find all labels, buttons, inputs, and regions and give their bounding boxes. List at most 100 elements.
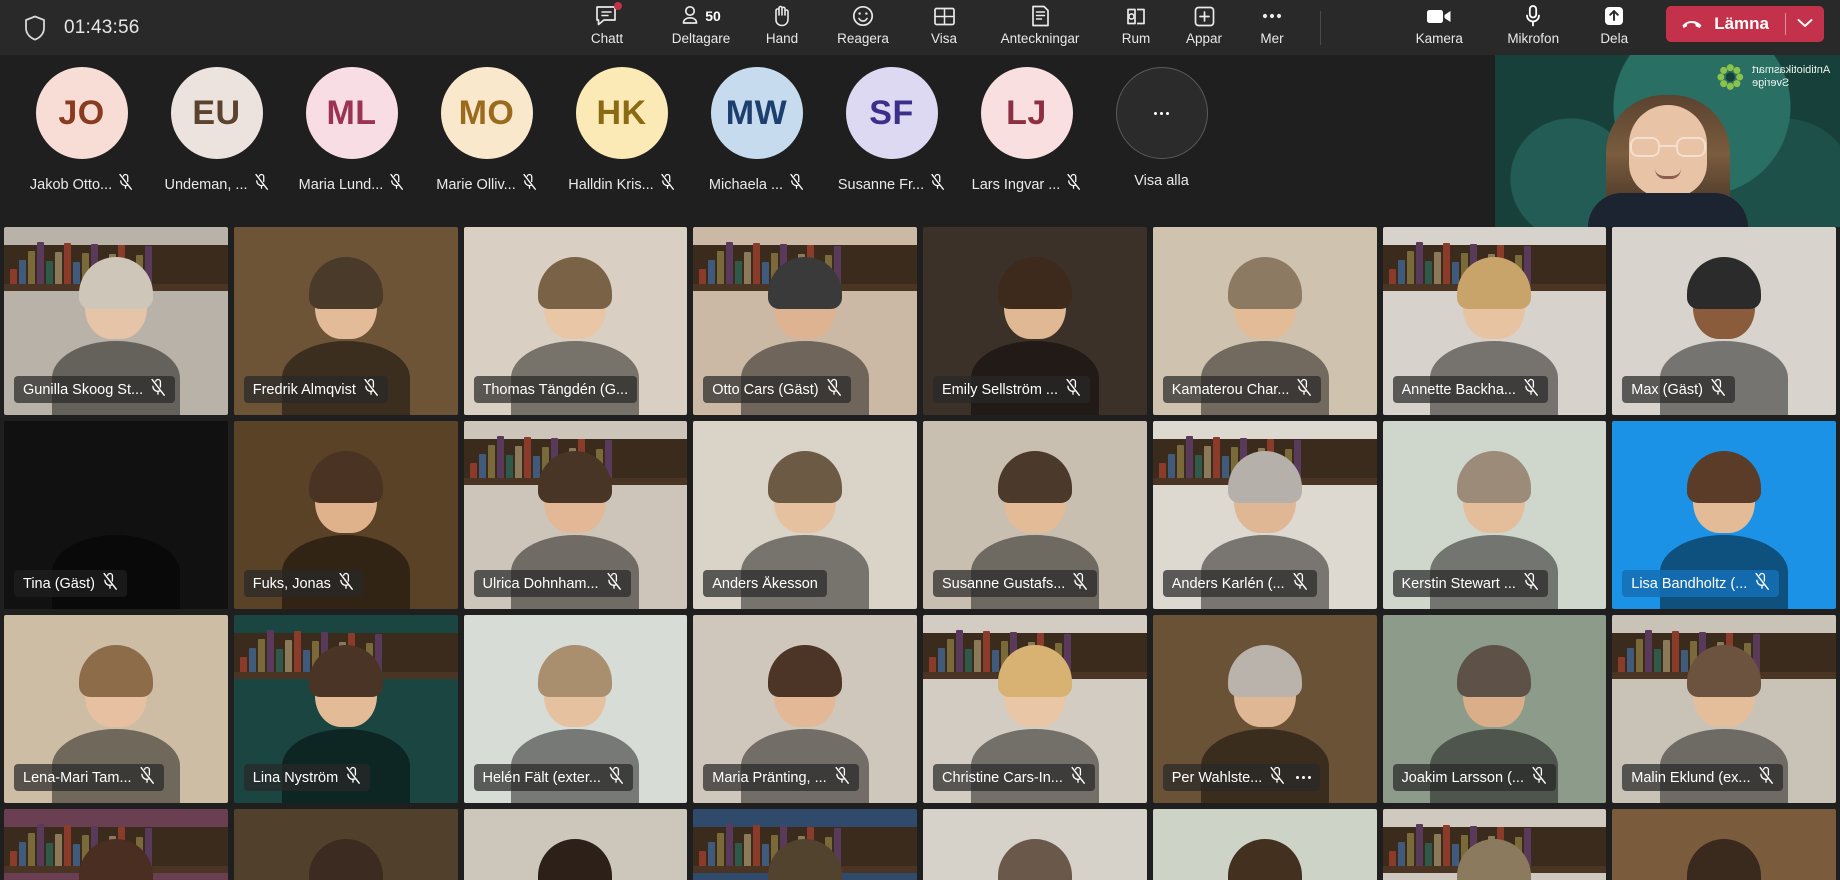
video-tile[interactable]: Fredrik Boström bbox=[923, 809, 1147, 880]
video-tile[interactable]: Anders Karlén (... bbox=[1152, 421, 1377, 609]
leave-options-chevron[interactable] bbox=[1786, 6, 1824, 42]
show-all-label: Visa alla bbox=[1134, 173, 1189, 189]
toolbar-view-button[interactable]: Visa bbox=[910, 0, 978, 55]
mic-muted-icon bbox=[660, 173, 675, 196]
view-grid-icon bbox=[933, 3, 956, 29]
participant-avatar-8[interactable]: LJ Lars Ingvar ... bbox=[959, 67, 1094, 196]
video-stream bbox=[693, 809, 917, 880]
video-tile[interactable]: Kamaterou Char... bbox=[1152, 227, 1377, 415]
participant-name: Per Wahlste... bbox=[1171, 769, 1263, 786]
video-tile[interactable]: Otto Cars (Gäst) bbox=[693, 227, 917, 415]
leave-main-area[interactable]: Lämna bbox=[1666, 6, 1785, 42]
video-tile[interactable]: Tina (Gäst) bbox=[4, 421, 228, 609]
video-tile[interactable]: Lisa Bandholtz (... bbox=[1612, 421, 1836, 609]
mic-muted-icon bbox=[118, 173, 133, 196]
participant-name: Lisa Bandholtz (... bbox=[1631, 575, 1748, 592]
toolbar-more-button[interactable]: Mer bbox=[1238, 0, 1306, 55]
participant-name-chip: Anders Karlén (... bbox=[1162, 570, 1317, 597]
toolbar-rooms-button[interactable]: Rum bbox=[1102, 0, 1170, 55]
participant-name-chip: Anders Åkesson bbox=[703, 570, 827, 597]
toolbar-microphone-label: Mikrofon bbox=[1507, 31, 1560, 46]
participant-avatar-3[interactable]: ML Maria Lund... bbox=[284, 67, 419, 196]
person-hair bbox=[308, 257, 383, 309]
toolbar-participants-button[interactable]: 50 Deltagare bbox=[654, 0, 748, 55]
toolbar-chat-label: Chatt bbox=[590, 31, 624, 46]
video-tile[interactable]: Per Wahlste... bbox=[1152, 615, 1377, 803]
video-tile[interactable]: Fuks, Jonas bbox=[233, 421, 458, 609]
video-tile[interactable]: Anders Åkesson bbox=[693, 421, 917, 609]
show-all-participants-button[interactable]: Visa alla bbox=[1094, 67, 1229, 189]
video-tile[interactable]: Lina Nyström bbox=[233, 615, 458, 803]
avatar-initials: SF bbox=[869, 93, 914, 132]
avatar-label-row: Maria Lund... bbox=[299, 173, 405, 196]
participant-name-chip: Tina (Gäst) bbox=[14, 570, 127, 597]
mic-muted-icon bbox=[1754, 572, 1770, 596]
brand-line-1: Antibiotikasmart bbox=[1751, 64, 1830, 76]
person-hair bbox=[78, 451, 153, 503]
participant-avatar-4[interactable]: MO Marie Olliv... bbox=[419, 67, 554, 196]
toolbar-share-label: Dela bbox=[1600, 31, 1629, 46]
avatar-initials: HK bbox=[596, 93, 647, 132]
video-tile[interactable]: Haggar, Axana bbox=[463, 809, 688, 880]
video-tile[interactable]: Lena-Mari Tam... bbox=[4, 615, 228, 803]
video-tile[interactable]: Eva Garmendia (... bbox=[1152, 809, 1377, 880]
participant-avatar-6[interactable]: MW Michaela ... bbox=[689, 67, 824, 196]
video-tile[interactable]: Malin Eklund (ex... bbox=[1612, 615, 1836, 803]
toolbar-chat-button[interactable]: Chatt bbox=[560, 0, 654, 55]
avatar: EU bbox=[170, 67, 263, 159]
avatar-initials: EU bbox=[192, 93, 241, 132]
toolbar-camera-button[interactable]: Kamera bbox=[1392, 0, 1486, 55]
video-tile[interactable]: Joakim Larsson (... bbox=[1382, 615, 1607, 803]
toolbar-notes-button[interactable]: Anteckningar bbox=[978, 0, 1102, 55]
participant-name: Michaela ... bbox=[708, 176, 784, 193]
participant-avatar-2[interactable]: EU Undeman, ... bbox=[149, 67, 284, 196]
share-screen-icon bbox=[1602, 3, 1626, 29]
tile-more-options-icon[interactable] bbox=[1296, 776, 1312, 779]
toolbar-share-button[interactable]: Dela bbox=[1580, 0, 1648, 55]
participant-name-chip: Susanne Gustafs... bbox=[933, 570, 1098, 597]
toolbar-microphone-button[interactable]: Mikrofon bbox=[1486, 0, 1580, 55]
participant-avatar-1[interactable]: JO Jakob Otto... bbox=[14, 67, 149, 196]
video-tile[interactable]: josefine Lundbe... bbox=[4, 809, 228, 880]
video-tile[interactable]: Helén Fält (exter... bbox=[463, 615, 688, 803]
avatar: LJ bbox=[980, 67, 1073, 159]
avatar-label-row: Lars Ingvar ... bbox=[972, 173, 1082, 196]
toolbar-raise-hand-button[interactable]: Hand bbox=[748, 0, 816, 55]
video-tile[interactable]: Max (Gäst) bbox=[1612, 227, 1836, 415]
participant-name: Fuks, Jonas bbox=[252, 575, 331, 592]
participant-name-chip: Fredrik Almqvist bbox=[243, 376, 388, 403]
toolbar-camera-label: Kamera bbox=[1415, 31, 1463, 46]
video-tile[interactable]: Ulrica Dohnham... bbox=[463, 421, 688, 609]
participant-name: Annette Backha... bbox=[1401, 381, 1516, 398]
participant-name: Kerstin Stewart ... bbox=[1401, 575, 1516, 592]
video-tile[interactable]: Thomas Tängdén (G... bbox=[463, 227, 688, 415]
video-tile[interactable]: Oskar Nyberg, S... bbox=[1382, 809, 1607, 880]
video-tile[interactable]: Kerstin Stewart ... bbox=[1382, 421, 1607, 609]
participant-avatar-row: JO Jakob Otto... EU Undeman, ... ML Maria Lun… bbox=[0, 55, 1268, 227]
toolbar-raise-hand-label: Hand bbox=[765, 31, 799, 46]
mic-muted-icon bbox=[1269, 766, 1285, 790]
video-tile[interactable]: Gunilla Skoog St... bbox=[4, 227, 228, 415]
self-view-tile[interactable]: Antibiotikasmart Sverige bbox=[1495, 55, 1840, 227]
video-tile[interactable]: Emily Sellström ... bbox=[923, 227, 1147, 415]
video-tile[interactable]: Olle Aspevall (G... bbox=[693, 809, 917, 880]
participant-avatar-7[interactable]: SF Susanne Fr... bbox=[824, 67, 959, 196]
video-tile[interactable]: Annette Backha... bbox=[1382, 227, 1607, 415]
leave-meeting-button[interactable]: Lämna bbox=[1666, 6, 1824, 42]
video-tile[interactable]: Susanne Gustafs... bbox=[923, 421, 1147, 609]
person-hair bbox=[1687, 451, 1762, 503]
toolbar-apps-button[interactable]: Appar bbox=[1170, 0, 1238, 55]
toolbar-react-button[interactable]: Reagera bbox=[816, 0, 910, 55]
video-tile[interactable]: Fredrik Almqvist bbox=[233, 227, 458, 415]
video-tile[interactable]: Christine Cars-In... bbox=[923, 615, 1147, 803]
shield-icon bbox=[24, 15, 46, 41]
toolbar-apps-label: Appar bbox=[1185, 31, 1223, 46]
video-tile[interactable]: Maria Pränting, ... bbox=[693, 615, 917, 803]
video-tile[interactable]: Furberg Maria bbox=[233, 809, 458, 880]
mic-muted-icon bbox=[1066, 173, 1081, 196]
avatar-initials: LJ bbox=[1006, 93, 1047, 132]
avatar: HK bbox=[575, 67, 668, 159]
video-tile[interactable]: Oskar Nilsson (e... bbox=[1612, 809, 1836, 880]
participant-name: Lars Ingvar ... bbox=[971, 176, 1061, 193]
participant-avatar-5[interactable]: HK Halldin Kris... bbox=[554, 67, 689, 196]
